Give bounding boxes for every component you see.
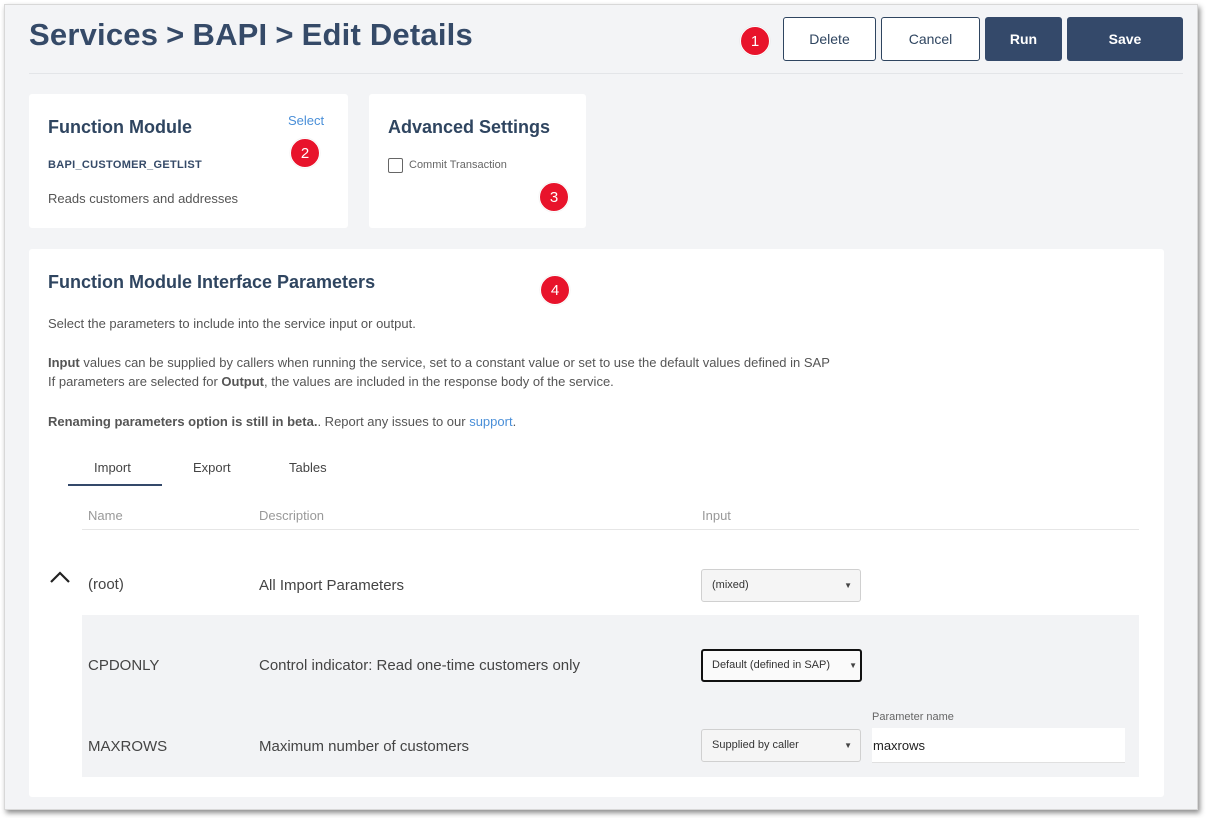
root-name: (root) xyxy=(88,576,124,593)
table-row-maxrows-description: Maximum number of customers xyxy=(259,738,470,755)
input-explanation: Input values can be supplied by callers … xyxy=(48,355,830,370)
function-module-name: BAPI_CUSTOMER_GETLIST xyxy=(48,159,203,171)
header-divider xyxy=(29,73,1183,74)
function-module-description: Reads customers and addresses xyxy=(48,191,239,206)
support-link[interactable]: support xyxy=(469,414,512,429)
input-text: values can be supplied by callers when r… xyxy=(79,355,830,370)
breadcrumb-services[interactable]: Services xyxy=(29,17,158,53)
app-window: Services > BAPI > Edit Details 1 Delete Canc… xyxy=(4,4,1198,810)
interface-parameters-card: Function Module Interface Parameters 4 S… xyxy=(29,249,1164,797)
parameter-name-input[interactable]: maxrows xyxy=(872,728,1125,763)
column-header-input: Input xyxy=(702,508,731,523)
active-tab-indicator xyxy=(68,484,162,486)
column-header-name: Name xyxy=(88,508,123,523)
intro-text: Select the parameters to include into th… xyxy=(48,316,416,331)
table-row-maxrows-name: MAXROWS xyxy=(88,738,168,755)
input-bold: Input xyxy=(48,355,80,370)
beta-notice: Renaming parameters option is still in b… xyxy=(48,414,516,429)
breadcrumb-edit-details: Edit Details xyxy=(301,17,473,52)
root-description: All Import Parameters xyxy=(259,577,405,594)
annotation-badge-1: 1 xyxy=(740,26,770,56)
advanced-settings-title: Advanced Settings xyxy=(388,117,551,137)
annotation-badge-4: 4 xyxy=(540,275,570,305)
output-bold: Output xyxy=(221,374,265,389)
save-button[interactable]: Save xyxy=(1067,17,1183,61)
root-input-value: (mixed) xyxy=(712,579,749,591)
output-explanation: If parameters are selected for Output, t… xyxy=(48,374,614,389)
output-pre: If parameters are selected for xyxy=(48,374,222,389)
select-link[interactable]: Select xyxy=(288,113,324,128)
delete-button[interactable]: Delete xyxy=(783,17,876,61)
caret-down-icon: ▼ xyxy=(844,581,852,590)
tab-export[interactable]: Export xyxy=(193,460,231,475)
annotation-badge-2: 2 xyxy=(290,138,320,168)
advanced-settings-card: Advanced Settings Commit Transaction 3 xyxy=(369,94,586,228)
commit-transaction-checkbox[interactable] xyxy=(388,158,403,173)
breadcrumb-separator: > xyxy=(275,17,294,52)
table-header-divider xyxy=(82,529,1139,530)
tab-tables[interactable]: Tables xyxy=(289,460,327,475)
maxrows-input-value: Supplied by caller xyxy=(712,739,799,751)
commit-transaction-label[interactable]: Commit Transaction xyxy=(409,159,507,171)
breadcrumb-bapi[interactable]: BAPI xyxy=(192,17,267,53)
cancel-button[interactable]: Cancel xyxy=(881,17,980,61)
breadcrumb-separator: > xyxy=(166,17,185,52)
interface-parameters-title: Function Module Interface Parameters xyxy=(48,272,376,292)
tab-import[interactable]: Import xyxy=(94,460,131,475)
run-button[interactable]: Run xyxy=(985,17,1062,61)
cpdonly-input-value: Default (defined in SAP) xyxy=(712,659,831,671)
function-module-card: Function Module Select 2 BAPI_CUSTOMER_G… xyxy=(29,94,348,228)
page-title: Services > BAPI > Edit Details xyxy=(29,17,473,53)
output-post: , the values are included in the respons… xyxy=(264,374,614,389)
table-row-cpdonly-name: CPDONLY xyxy=(88,657,160,674)
caret-down-icon: ▼ xyxy=(844,741,852,750)
cpdonly-input-select[interactable]: Default (defined in SAP) ▼ xyxy=(701,649,862,682)
beta-bold: Renaming parameters option is still in b… xyxy=(48,414,318,429)
annotation-badge-3: 3 xyxy=(539,182,569,212)
beta-text: . Report any issues to our xyxy=(317,414,470,429)
beta-end: . xyxy=(512,414,517,429)
maxrows-input-select[interactable]: Supplied by caller ▼ xyxy=(701,729,861,762)
parameter-name-label: Parameter name xyxy=(872,711,954,723)
column-header-description: Description xyxy=(259,508,325,523)
chevron-up-icon[interactable] xyxy=(49,570,71,584)
function-module-title: Function Module xyxy=(48,117,192,137)
root-input-select[interactable]: (mixed) ▼ xyxy=(701,569,861,602)
caret-down-icon: ▼ xyxy=(849,661,857,670)
table-row-cpdonly-description: Control indicator: Read one-time custome… xyxy=(259,657,580,674)
